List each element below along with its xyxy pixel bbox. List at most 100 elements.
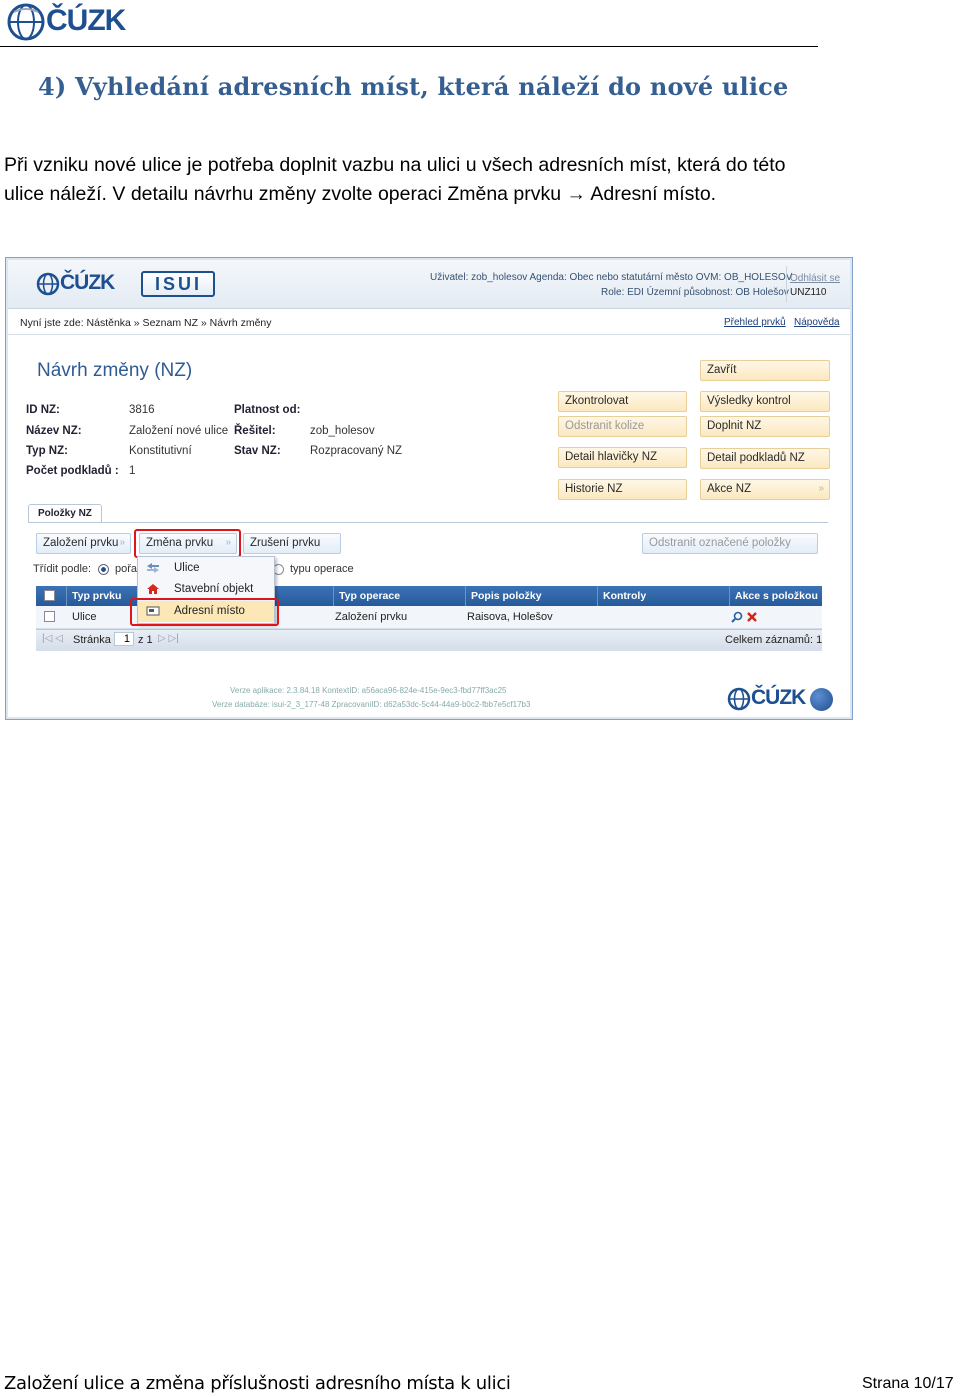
valid-label: Platnost od: <box>234 404 301 416</box>
history-button[interactable]: Historie NZ <box>558 479 687 500</box>
version-app: Verze aplikace: 2.3.84.18 KontextID: a56… <box>230 686 507 695</box>
app-logo: ČÚZK <box>36 270 116 298</box>
create-element-button[interactable]: Založení prvku» <box>36 533 131 554</box>
section-heading: 4) Vyhledání adresních míst, která nálež… <box>38 72 789 101</box>
type-label: Typ NZ: <box>26 445 68 457</box>
app-logo-text: ČÚZK <box>60 271 115 294</box>
sort-option-order: pořa <box>115 563 138 575</box>
help-link[interactable]: Nápověda <box>794 317 840 328</box>
state-label: Stav NZ: <box>234 445 281 457</box>
table-cell: Raisova, Holešov <box>467 611 553 623</box>
header-rule <box>0 46 818 47</box>
state-value: Rozpracovaný NZ <box>310 445 403 457</box>
docs-detail-label: Detail podkladů NZ <box>707 452 805 464</box>
solver-label: Řešitel: <box>234 425 276 437</box>
isui-logo-text: ISUI <box>155 274 203 294</box>
actions-nz-button[interactable]: Akce NZ » <box>700 479 830 500</box>
count-value: 1 <box>129 465 136 477</box>
logout-link[interactable]: Odhlásit se <box>790 273 840 284</box>
role-info: Role: EDI Územní působnost: OB Holešov <box>601 287 789 298</box>
name-label: Název NZ: <box>26 425 82 437</box>
check-button[interactable]: Zkontrolovat <box>558 391 687 412</box>
next-page-icon[interactable]: ▷ ▷| <box>158 633 179 644</box>
history-label: Historie NZ <box>565 483 623 495</box>
check-results-button[interactable]: Výsledky kontrol <box>700 391 830 412</box>
column-header[interactable]: Typ prvku <box>72 590 121 602</box>
complete-nz-label: Doplnit NZ <box>707 420 762 432</box>
create-element-label: Založení prvku <box>43 537 119 549</box>
cancel-element-button[interactable]: Zrušení prvku <box>243 533 341 554</box>
close-button-label: Zavřít <box>707 364 737 376</box>
grid-pager: |◁ ◁ Stránka 1 z 1 ▷ ▷| Celkem záznamů: … <box>36 629 822 651</box>
id-label: ID NZ: <box>26 404 60 416</box>
header-detail-button[interactable]: Detail hlavičky NZ <box>558 447 687 468</box>
tab-items[interactable]: Položky NZ <box>28 504 102 523</box>
street-icon <box>147 563 159 573</box>
check-button-label: Zkontrolovat <box>565 395 629 407</box>
menu-item-building[interactable]: Stavební objekt <box>138 579 274 600</box>
docs-detail-button[interactable]: Detail podkladů NZ <box>700 448 830 469</box>
app-screenshot: ČÚZK ISUI Uživatel: zob_holesov Agenda: … <box>5 257 853 720</box>
complete-nz-button[interactable]: Doplnit NZ <box>700 416 830 437</box>
check-results-label: Výsledky kontrol <box>707 395 791 407</box>
delete-icon[interactable] <box>746 610 758 628</box>
breadcrumb[interactable]: Nyní jste zde: Nástěnka » Seznam NZ » Ná… <box>20 317 272 329</box>
menu-item-label: Stavební objekt <box>174 583 254 595</box>
page-title: Návrh změny (NZ) <box>37 360 193 381</box>
page-input[interactable]: 1 <box>114 632 134 646</box>
tab-items-label: Položky NZ <box>38 508 92 519</box>
remove-collisions-label: Odstranit kolize <box>565 420 645 432</box>
chevron-right-icon: » <box>119 537 125 548</box>
menu-item-label: Ulice <box>174 562 200 574</box>
view-icon[interactable] <box>731 610 743 628</box>
highlight-box <box>134 529 241 558</box>
house-icon <box>147 584 159 594</box>
paragraph-line: ulice náleží. V detailu návrhu změny zvo… <box>4 183 717 205</box>
name-value: Založení nové ulice <box>129 425 229 437</box>
chevron-right-icon: » <box>818 483 824 494</box>
solver-value: zob_holesov <box>310 425 375 437</box>
sort-option-type: typu operace <box>290 563 354 575</box>
remove-collisions-button[interactable]: Odstranit kolize <box>558 416 687 437</box>
session-id: UNZ110 <box>790 287 827 298</box>
first-page-icon[interactable]: |◁ ◁ <box>42 633 63 644</box>
type-value: Konstitutivní <box>129 445 192 457</box>
table-cell: Ulice <box>72 611 97 623</box>
version-db: Verze databáze: isui-2_3_177-48 Zpracova… <box>212 700 531 709</box>
total-records: Celkem záznamů: 1 <box>725 634 823 646</box>
page-label: Stránka <box>73 634 111 646</box>
paragraph-line: Při vzniku nové ulice je potřeba doplnit… <box>4 154 786 176</box>
column-header[interactable]: Typ operace <box>339 590 400 602</box>
table-cell: Založení prvku <box>335 611 408 623</box>
remove-marked-button[interactable]: Odstranit označené položky <box>642 533 818 554</box>
select-all-checkbox[interactable] <box>44 590 55 601</box>
column-header[interactable]: Kontroly <box>603 590 646 602</box>
footer-logo-text: ČÚZK <box>751 686 806 709</box>
page-footer-title: Založení ulice a změna příslušnosti adre… <box>4 1373 511 1394</box>
sort-radio-order[interactable] <box>98 564 109 575</box>
column-header[interactable]: Akce s položkou <box>735 590 818 602</box>
footer-logo: ČÚZK <box>727 684 837 714</box>
id-value: 3816 <box>129 404 155 416</box>
breadcrumb-bar: Nyní jste zde: Nástěnka » Seznam NZ » Ná… <box>8 312 850 335</box>
page-of: z 1 <box>138 634 153 646</box>
isui-round-icon <box>810 688 833 711</box>
close-button[interactable]: Zavřít <box>700 360 830 381</box>
app-topbar: ČÚZK ISUI Uživatel: zob_holesov Agenda: … <box>8 260 850 309</box>
user-info: Uživatel: zob_holesov Agenda: Obec nebo … <box>430 272 793 283</box>
highlight-box <box>130 598 279 626</box>
row-checkbox[interactable] <box>44 611 55 622</box>
count-label: Počet podkladů : <box>26 465 119 477</box>
header-detail-label: Detail hlavičky NZ <box>565 451 658 463</box>
cuzk-logo: ČÚZK <box>6 2 126 42</box>
sort-label: Třídit podle: <box>33 563 92 575</box>
column-header[interactable]: Popis položky <box>471 590 542 602</box>
remove-marked-label: Odstranit označené položky <box>649 537 791 549</box>
cancel-element-label: Zrušení prvku <box>250 537 321 549</box>
overview-link[interactable]: Přehled prvků <box>724 317 786 328</box>
menu-item-street[interactable]: Ulice <box>138 558 274 579</box>
page-number: Strana 10/17 <box>862 1375 954 1392</box>
logo-text: ČÚZK <box>46 4 126 37</box>
actions-nz-label: Akce NZ <box>707 483 752 495</box>
isui-logo: ISUI <box>141 271 215 297</box>
